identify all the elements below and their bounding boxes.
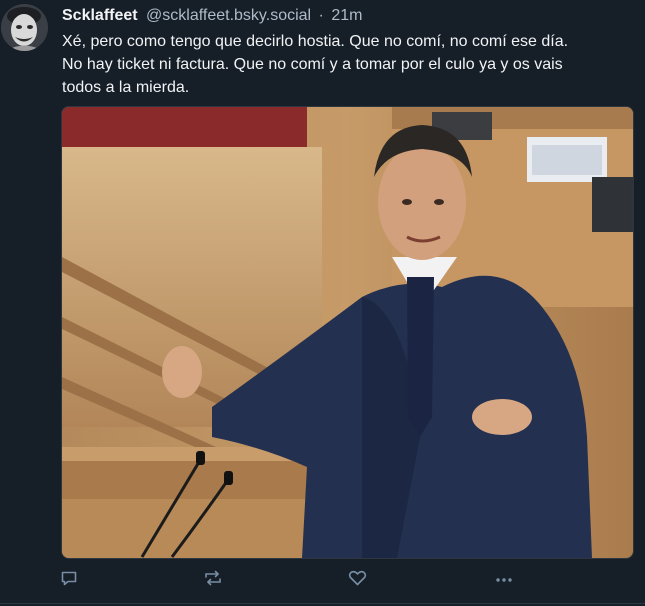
post-actions — [0, 566, 645, 592]
avatar-image — [1, 4, 48, 51]
more-options-button[interactable] — [494, 566, 514, 590]
more-options-icon — [496, 578, 512, 582]
post-text: Xé, pero como tengo que decirlo hostia. … — [62, 33, 569, 96]
repost-button[interactable] — [203, 566, 223, 590]
divider — [0, 603, 645, 604]
reply-button[interactable] — [60, 566, 78, 590]
reply-icon — [61, 571, 77, 586]
speaker-photo — [62, 107, 633, 558]
like-button[interactable] — [348, 566, 367, 590]
repost-icon — [205, 570, 221, 586]
post-header: Scklaffeet @scklaffeet.bsky.social · 21m — [62, 6, 362, 26]
post-card[interactable]: Scklaffeet @scklaffeet.bsky.social · 21m… — [0, 0, 645, 606]
heart-icon — [348, 570, 367, 586]
author-handle[interactable]: @scklaffeet.bsky.social — [146, 7, 311, 24]
author-avatar[interactable] — [1, 4, 48, 51]
author-display-name[interactable]: Scklaffeet — [62, 7, 138, 24]
separator-dot: · — [318, 7, 324, 24]
post-image[interactable] — [61, 106, 634, 559]
post-timestamp[interactable]: 21m — [331, 7, 362, 24]
